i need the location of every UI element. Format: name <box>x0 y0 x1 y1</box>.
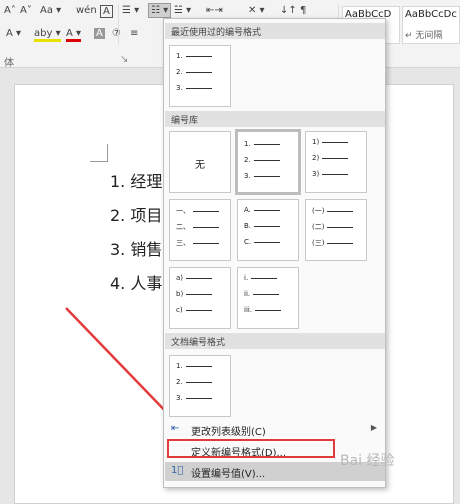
library-format-numeric-paren[interactable]: 1) 2) 3) <box>305 131 367 193</box>
library-format-chinese-paren[interactable]: (一) (二) (三) <box>305 199 367 261</box>
number-label: B. <box>244 222 252 230</box>
line-icon <box>322 157 349 159</box>
line-icon <box>327 226 354 228</box>
library-format-numeric-dot[interactable]: 1. 2. 3. <box>235 129 301 195</box>
line-icon <box>322 141 349 143</box>
line-icon <box>186 293 213 295</box>
number-label: i. <box>244 274 249 282</box>
recent-format-tile[interactable]: 1. 2. 3. <box>169 45 231 107</box>
number-label: b) <box>176 290 184 298</box>
number-label: iii. <box>244 306 253 314</box>
number-label: A. <box>244 206 251 214</box>
number-label: 2) <box>312 154 320 162</box>
numbering-dropdown-menu: 最近使用过的编号格式 1. 2. 3. 编号库 无 1. 2. 3. 1) 2)… <box>163 18 386 488</box>
line-icon <box>251 277 278 279</box>
number-label: 一、 <box>176 207 190 215</box>
library-format-none[interactable]: 无 <box>169 131 231 193</box>
number-label: 3. <box>244 172 251 180</box>
number-label: 3) <box>312 170 320 178</box>
number-label: (一) <box>312 207 325 215</box>
line-icon <box>253 175 280 177</box>
number-label: (三) <box>312 239 325 247</box>
line-icon <box>193 226 219 228</box>
line-icon <box>185 71 212 73</box>
numbering-value-icon: 1⃣ <box>171 465 184 476</box>
line-icon <box>255 309 282 311</box>
change-list-level-item[interactable]: ⇤ 更改列表级别(C) ▶ <box>165 420 385 439</box>
highlight-box <box>167 439 335 458</box>
line-icon <box>327 242 354 244</box>
line-icon <box>186 277 213 279</box>
line-icon <box>253 209 280 211</box>
number-label: C. <box>244 238 252 246</box>
numbering-library-header: 编号库 <box>165 111 385 127</box>
number-label: 3. <box>176 84 183 92</box>
line-icon <box>185 397 212 399</box>
menu-item-label: 设置编号值(V)... <box>191 469 266 480</box>
number-label: (二) <box>312 223 325 231</box>
number-label: c) <box>176 306 183 314</box>
number-label: ii. <box>244 290 251 298</box>
number-label: 1. <box>176 362 183 370</box>
line-icon <box>254 241 281 243</box>
line-icon <box>193 210 219 212</box>
none-label: 无 <box>195 160 205 171</box>
menu-item-label: 更改列表级别(C) <box>191 427 266 438</box>
number-label: 1. <box>244 140 251 148</box>
number-label: 3. <box>176 394 183 402</box>
number-label: a) <box>176 274 184 282</box>
submenu-arrow-icon: ▶ <box>370 423 377 432</box>
number-label: 二、 <box>176 223 190 231</box>
number-label: 2. <box>244 156 251 164</box>
document-format-tile[interactable]: 1. 2. 3. <box>169 355 231 417</box>
document-formats-header: 文档编号格式 <box>165 333 385 349</box>
number-label: 1. <box>176 52 183 60</box>
line-icon <box>185 55 212 57</box>
number-label: 三、 <box>176 239 190 247</box>
number-label: 2. <box>176 378 183 386</box>
line-icon <box>185 87 212 89</box>
number-label: 1) <box>312 138 320 146</box>
line-icon <box>327 210 354 212</box>
library-format-alpha-upper[interactable]: A. B. C. <box>237 199 299 261</box>
line-icon <box>253 293 280 295</box>
library-format-chinese[interactable]: 一、 二、 三、 <box>169 199 231 261</box>
line-icon <box>185 365 212 367</box>
line-icon <box>253 143 280 145</box>
line-icon <box>193 242 219 244</box>
line-icon <box>322 173 349 175</box>
recent-formats-header: 最近使用过的编号格式 <box>165 23 385 39</box>
library-format-alpha-lower[interactable]: a) b) c) <box>169 267 231 329</box>
watermark: Bai 经验 <box>340 453 395 469</box>
list-level-icon: ⇤ <box>171 423 180 434</box>
number-label: 2. <box>176 68 183 76</box>
library-format-roman[interactable]: i. ii. iii. <box>237 267 299 329</box>
line-icon <box>253 159 280 161</box>
line-icon <box>254 225 281 227</box>
line-icon <box>185 309 212 311</box>
line-icon <box>185 381 212 383</box>
